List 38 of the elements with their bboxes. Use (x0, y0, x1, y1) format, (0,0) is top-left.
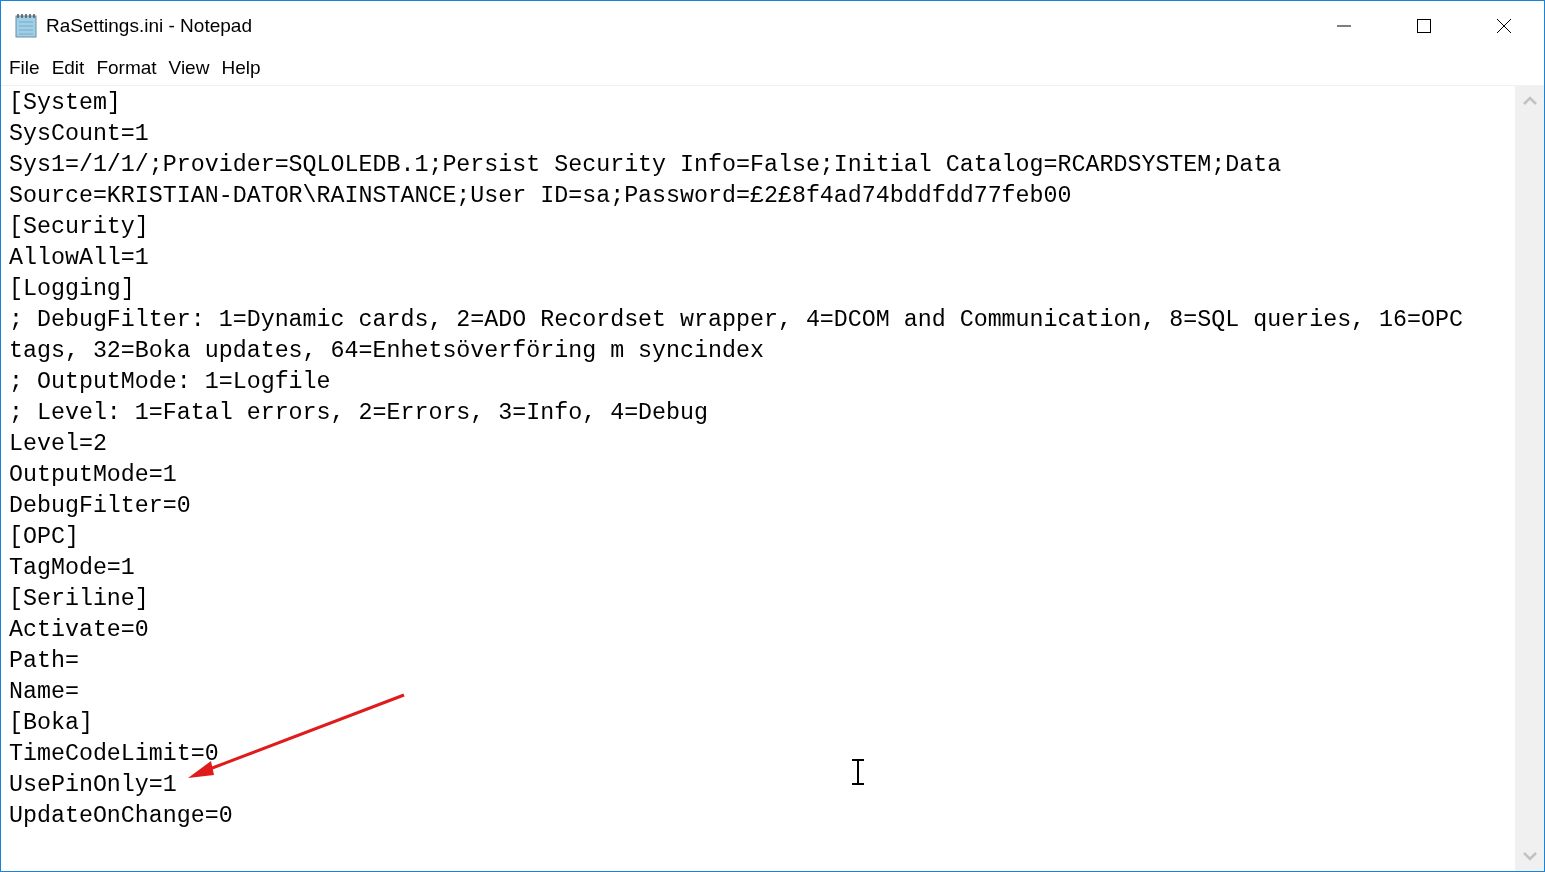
menu-item[interactable]: Edit (45, 57, 91, 79)
text-line: Sys1=/1/1/;Provider=SQLOLEDB.1;Persist Security Info=False;Initial Catalog=RCARDSYSTEM;Data (9, 151, 1282, 180)
text-line: [Security] (9, 213, 149, 242)
text-line: DebugFilter=0 (9, 492, 191, 521)
text-line: [Boka] (9, 709, 93, 738)
text-line: Activate=0 (9, 616, 149, 645)
menu-item[interactable]: File (3, 57, 46, 79)
text-line: [Seriline] (9, 585, 149, 614)
text-line: UsePinOnly=1 (9, 771, 177, 800)
text-line: OutputMode=1 (9, 461, 177, 490)
scroll-down-icon[interactable] (1522, 852, 1537, 861)
scrollbar[interactable] (1515, 86, 1544, 871)
text-line: Level=2 (9, 430, 107, 459)
window-title: RaSettings.ini - Notepad (46, 15, 252, 37)
text-line: SysCount=1 (9, 120, 149, 149)
text-line: Name= (9, 678, 79, 707)
text-line: Source=KRISTIAN-DATOR\RAINSTANCE;User ID=sa;Password=£2£8f4ad74bddfdd77feb00 (9, 182, 1072, 211)
text-line: [OPC] (9, 523, 79, 552)
menu-item[interactable]: Format (90, 57, 163, 79)
notepad-icon (13, 13, 39, 39)
text-line: TagMode=1 (9, 554, 135, 583)
maximize-icon (1416, 18, 1432, 34)
text-line: ; OutputMode: 1=Logfile (9, 368, 331, 397)
text-line: TimeCodeLimit=0 (9, 740, 219, 769)
menu-item[interactable]: Help (215, 57, 267, 79)
text-line: ; Level: 1=Fatal errors, 2=Errors, 3=Info, 4=Debug (9, 399, 709, 428)
text-line: ; DebugFilter: 1=Dynamic cards, 2=ADO Recordset wrapper, 4=DCOM and Communication, 8=SQL queries, 16=OPC (9, 306, 1463, 335)
text-line: UpdateOnChange=0 (9, 802, 233, 831)
scroll-up-icon[interactable] (1522, 96, 1537, 105)
text-line: tags, 32=Boka updates, 64=Enhetsöverföring m syncindex (9, 337, 764, 366)
text-cursor-icon (851, 759, 865, 785)
minimize-icon (1336, 25, 1352, 27)
text-line: [Logging] (9, 275, 135, 304)
menu-item[interactable]: View (162, 57, 216, 79)
close-icon (1496, 18, 1512, 34)
text-line: Path= (9, 647, 79, 676)
text-line: AllowAll=1 (9, 244, 149, 273)
text-line: [System] (9, 89, 121, 118)
